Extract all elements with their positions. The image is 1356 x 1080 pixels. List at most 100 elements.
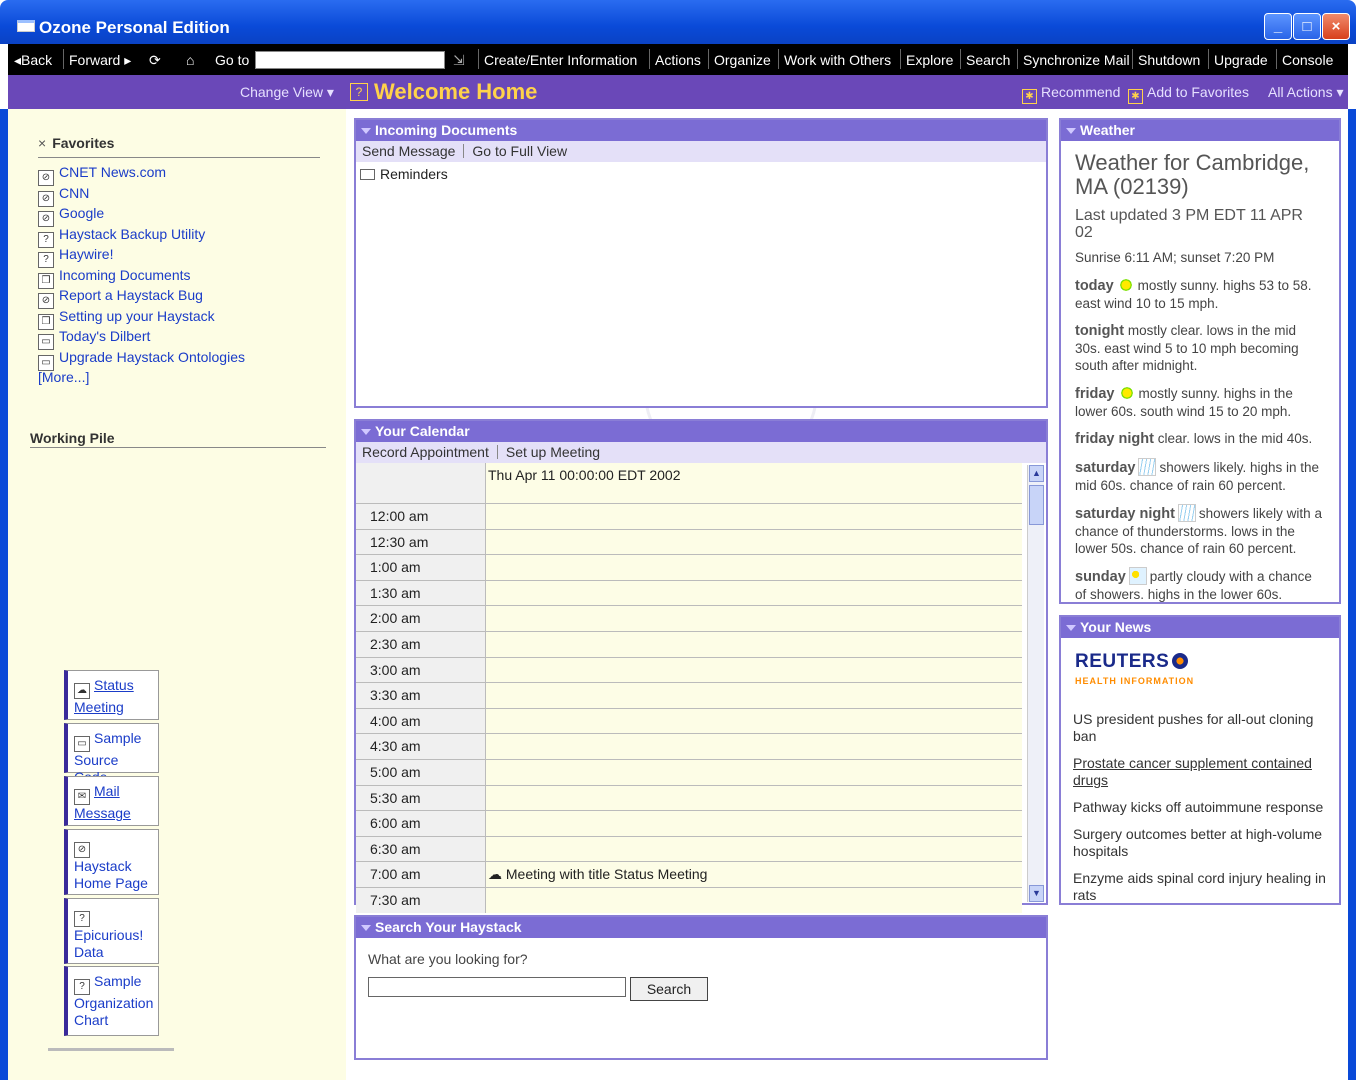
pile-item[interactable]: ⊘ Haystack Home Page xyxy=(64,829,159,895)
panel-title[interactable]: Your News xyxy=(1061,617,1339,638)
menu-shutdown[interactable]: Shutdown xyxy=(1138,52,1200,68)
recommend-button[interactable]: ✱ Recommend xyxy=(1022,84,1120,104)
favorites-more-link[interactable]: [More...] xyxy=(38,369,245,385)
news-headline[interactable]: Pathway kicks off autoimmune response xyxy=(1073,799,1331,816)
divider xyxy=(1132,49,1133,69)
calendar-slot[interactable] xyxy=(486,888,1022,913)
close-icon[interactable]: × xyxy=(38,135,46,151)
change-view-menu[interactable]: Change View ▾ xyxy=(240,84,334,101)
pile-item[interactable]: ▭SampleSource Code xyxy=(64,723,159,785)
search-button[interactable]: Search xyxy=(630,977,708,1001)
all-actions-menu[interactable]: All Actions ▾ xyxy=(1268,84,1344,101)
pile-item-label: Haystack xyxy=(74,858,132,874)
calendar-slot[interactable]: ☁ Meeting with title Status Meeting xyxy=(486,862,1022,887)
news-headline[interactable]: Prostate cancer supplement contained dru… xyxy=(1073,755,1331,789)
scroll-thumb[interactable] xyxy=(1029,485,1044,525)
news-headline[interactable]: Enzyme aids spinal cord injury healing i… xyxy=(1073,870,1331,904)
web-icon: ⊘ xyxy=(38,170,54,186)
pile-item[interactable]: ? Epicurious! Data xyxy=(64,898,159,964)
panel-title[interactable]: Incoming Documents xyxy=(356,120,1046,141)
sunrise-sunset: Sunrise 6:11 AM; sunset 7:20 PM xyxy=(1075,250,1275,265)
favorite-link[interactable]: ⊘ CNN xyxy=(38,185,245,207)
send-message-link[interactable]: Send Message xyxy=(362,143,455,159)
menu-actions[interactable]: Actions xyxy=(655,52,701,68)
menu-work-with-others[interactable]: Work with Others xyxy=(784,52,891,68)
refresh-icon[interactable]: ⟳ xyxy=(149,52,161,69)
forecast-item: sunday partly cloudy with a chance of sho… xyxy=(1075,567,1325,603)
goto-submit-icon[interactable]: ⇲ xyxy=(453,52,465,69)
news-headline[interactable]: US president pushes for all-out cloning … xyxy=(1073,711,1331,745)
calendar-scrollbar[interactable]: ▲ ▼ xyxy=(1027,465,1044,902)
favorite-link[interactable]: ▭ Today's Dilbert xyxy=(38,328,245,350)
calendar-slot[interactable] xyxy=(486,504,1022,529)
scroll-up-icon[interactable]: ▲ xyxy=(1029,465,1044,482)
forecast-day: friday xyxy=(1075,386,1115,402)
pile-item-label: Chart xyxy=(74,1012,109,1028)
full-view-link[interactable]: Go to Full View xyxy=(472,143,567,159)
favorite-link[interactable]: ❒ Setting up your Haystack xyxy=(38,308,245,330)
web-icon: ⊘ xyxy=(38,211,54,227)
goto-input[interactable] xyxy=(255,51,445,69)
scroll-down-icon[interactable]: ▼ xyxy=(1029,885,1044,902)
web-icon: ⊘ xyxy=(38,293,54,309)
weather-heading: Weather for Cambridge, MA (02139) xyxy=(1075,150,1310,199)
record-appointment-link[interactable]: Record Appointment xyxy=(362,444,489,460)
menu-search[interactable]: Search xyxy=(966,52,1010,68)
forward-button[interactable]: Forward ▸ xyxy=(69,52,131,69)
minimize-button[interactable]: _ xyxy=(1264,13,1292,40)
favorite-link[interactable]: ⊘ CNET News.com xyxy=(38,164,245,186)
favorites-heading: × Favorites xyxy=(38,135,115,151)
calendar-event[interactable]: ☁ Meeting with title Status Meeting xyxy=(488,866,707,882)
calendar-slot[interactable] xyxy=(486,580,1022,606)
main-toolbar: ◂Back Forward ▸ ⟳ ⌂ Go to ⇲ Create/Enter… xyxy=(8,44,1348,75)
maximize-button[interactable]: □ xyxy=(1293,13,1321,40)
favorite-link[interactable]: ▭ Upgrade Haystack Ontologies xyxy=(38,349,245,371)
calendar-slot[interactable] xyxy=(486,555,1022,580)
calendar-row: 7:00 am ☁ Meeting with title Status Meeti… xyxy=(356,861,1022,887)
calendar-slot[interactable] xyxy=(486,606,1022,631)
close-button[interactable]: × xyxy=(1322,13,1350,40)
favorite-link[interactable]: ? Haywire! xyxy=(38,246,245,268)
menu-console[interactable]: Console xyxy=(1282,52,1333,68)
add-favorites-button[interactable]: ✱ Add to Favorites xyxy=(1128,84,1249,104)
calendar-slot[interactable] xyxy=(486,785,1022,811)
menu-synchronize-mail[interactable]: Synchronize Mail xyxy=(1023,52,1130,68)
pile-scrollbar[interactable] xyxy=(48,1048,174,1051)
calendar-slot[interactable] xyxy=(486,760,1022,785)
calendar-slot[interactable] xyxy=(486,683,1022,708)
setup-meeting-link[interactable]: Set up Meeting xyxy=(506,444,600,460)
forecast-item: saturday showers likely. highs in the mid… xyxy=(1075,458,1325,494)
calendar-slot[interactable] xyxy=(486,657,1022,683)
menu-upgrade[interactable]: Upgrade xyxy=(1214,52,1268,68)
calendar-slot[interactable] xyxy=(486,708,1022,734)
reuters-logo: REUTERS xyxy=(1075,651,1189,673)
calendar-slot[interactable] xyxy=(486,632,1022,657)
pile-item[interactable]: ☁ Status Meeting xyxy=(64,670,159,720)
panel-title[interactable]: Your Calendar xyxy=(356,421,1046,442)
menu-create-enter-information[interactable]: Create/Enter Information xyxy=(484,52,637,68)
panel-title[interactable]: Weather xyxy=(1061,120,1339,141)
menu-organize[interactable]: Organize xyxy=(714,52,771,68)
home-icon[interactable]: ⌂ xyxy=(186,52,194,68)
panel-title[interactable]: Search Your Haystack xyxy=(356,917,1046,938)
favorite-link[interactable]: ⊘ Google xyxy=(38,205,245,227)
calendar-slot[interactable] xyxy=(486,836,1022,862)
pile-item[interactable]: ✉ Mail Message xyxy=(64,776,159,826)
reminders-item[interactable]: Reminders xyxy=(360,166,448,182)
calendar-slot[interactable] xyxy=(486,734,1022,759)
menu-explore[interactable]: Explore xyxy=(906,52,953,68)
favorite-link[interactable]: ⊘ Report a Haystack Bug xyxy=(38,287,245,309)
pile-item[interactable]: ? Sample Organization Chart xyxy=(64,966,159,1036)
calendar-row: 2:30 am xyxy=(356,631,1022,657)
favorite-link[interactable]: ❒ Incoming Documents xyxy=(38,267,245,289)
calendar-slot[interactable] xyxy=(486,811,1022,836)
search-input[interactable] xyxy=(368,977,626,997)
divider xyxy=(38,157,320,158)
news-headline[interactable]: Surgery outcomes better at high-volume h… xyxy=(1073,826,1331,860)
forecast-day: today xyxy=(1075,278,1114,294)
calendar-row: 12:30 am xyxy=(356,528,1022,555)
favorite-link[interactable]: ? Haystack Backup Utility xyxy=(38,226,245,248)
meeting-icon: ☁ xyxy=(74,683,90,699)
back-button[interactable]: ◂Back xyxy=(14,52,52,69)
calendar-slot[interactable] xyxy=(486,529,1022,555)
